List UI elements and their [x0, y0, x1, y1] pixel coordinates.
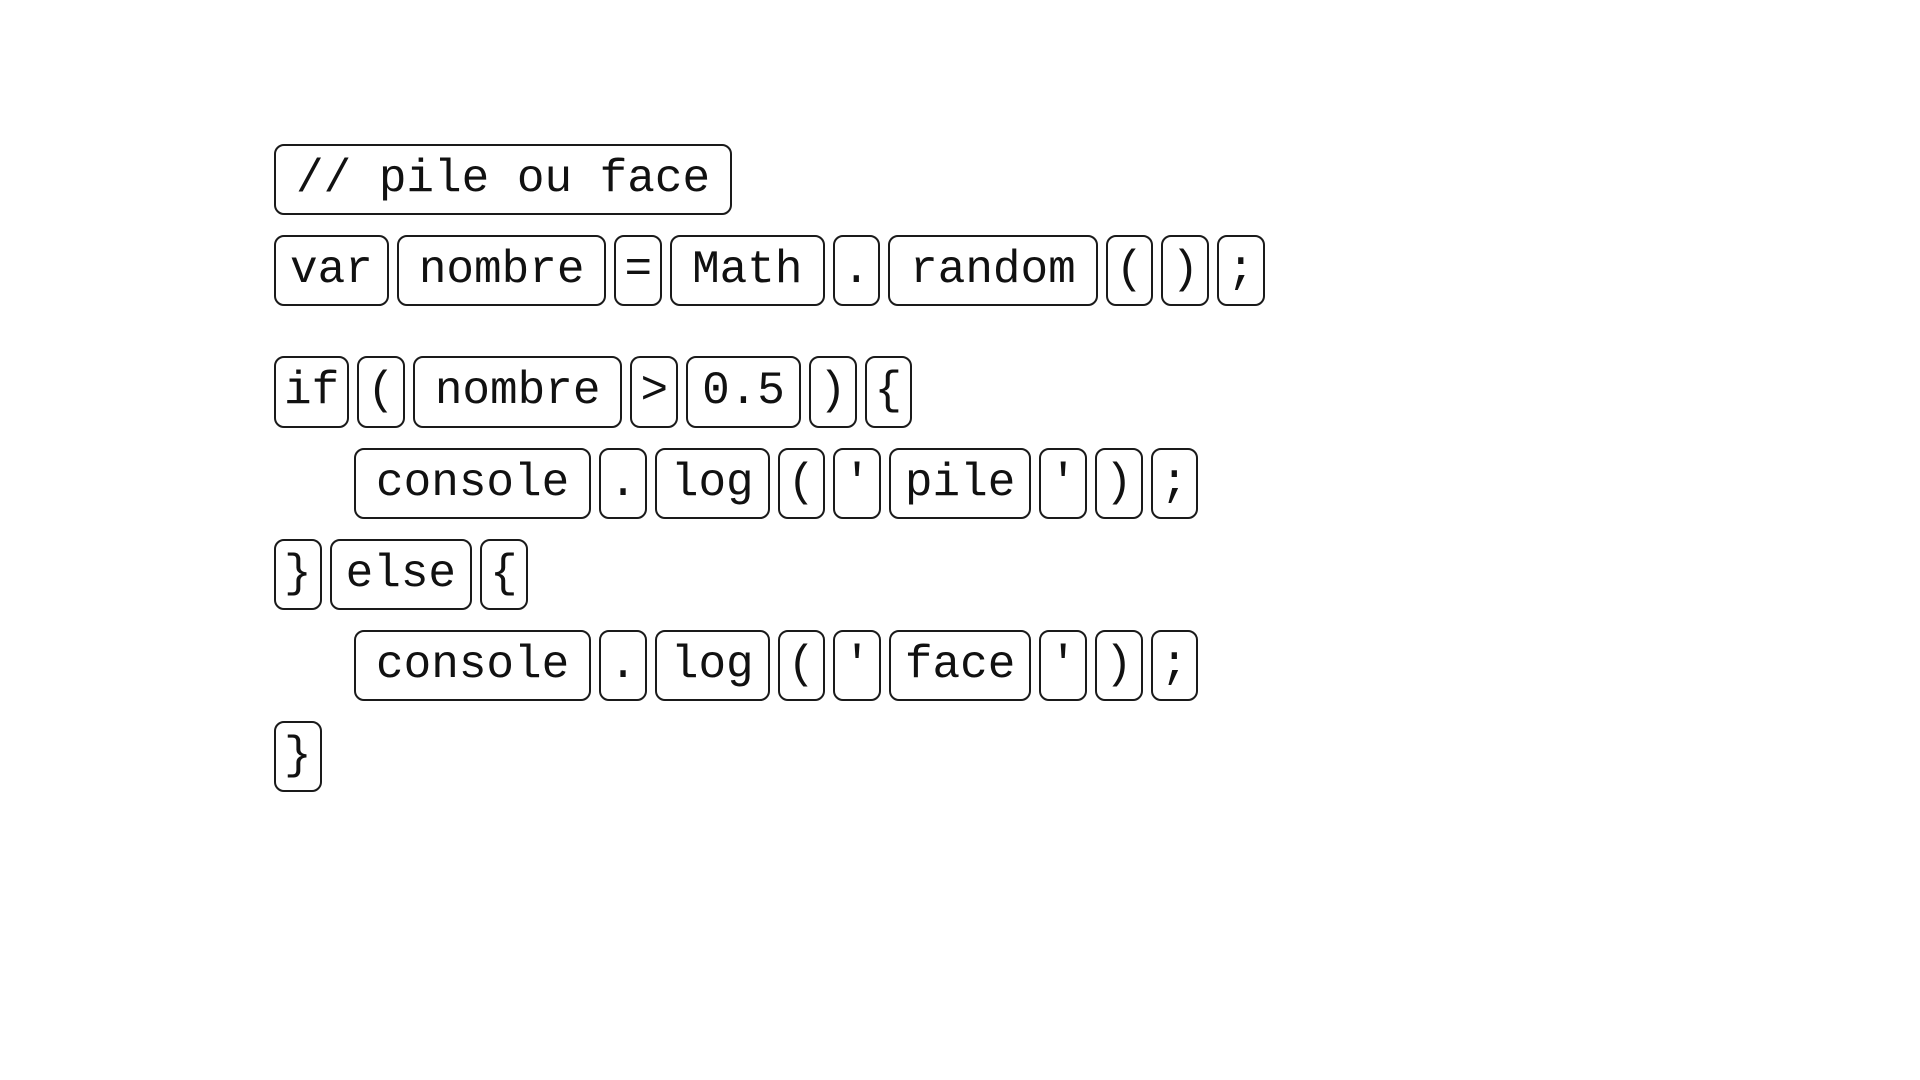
- token-close-paren-2: ): [809, 356, 857, 427]
- token-close-brace-1: }: [274, 539, 322, 610]
- token-dot-3: .: [599, 630, 647, 701]
- token-dot-2: .: [599, 448, 647, 519]
- code-line-5: } else {: [270, 535, 1269, 614]
- code-line-4: console . log ( ' pile ' ) ;: [270, 444, 1269, 523]
- token-open-paren-1: (: [1106, 235, 1154, 306]
- token-semicolon-1: ;: [1217, 235, 1265, 306]
- code-line-7: }: [270, 717, 1269, 796]
- token-math: Math: [670, 235, 824, 306]
- token-semicolon-3: ;: [1151, 630, 1199, 701]
- token-squote-2: ': [1039, 448, 1087, 519]
- code-line-1: // pile ou face: [270, 140, 1269, 219]
- token-semicolon-2: ;: [1151, 448, 1199, 519]
- code-line-6: console . log ( ' face ' ) ;: [270, 626, 1269, 705]
- token-gt: >: [630, 356, 678, 427]
- token-if: if: [274, 356, 349, 427]
- token-squote-3: ': [833, 630, 881, 701]
- token-open-paren-2: (: [357, 356, 405, 427]
- token-nombre-1: nombre: [397, 235, 607, 306]
- token-close-paren-1: ): [1161, 235, 1209, 306]
- token-open-paren-3: (: [778, 448, 826, 519]
- token-pile: pile: [889, 448, 1031, 519]
- token-squote-1: ': [833, 448, 881, 519]
- token-random: random: [888, 235, 1098, 306]
- token-squote-4: ': [1039, 630, 1087, 701]
- token-open-brace-2: {: [480, 539, 528, 610]
- token-close-paren-4: ): [1095, 630, 1143, 701]
- token-console-2: console: [354, 630, 591, 701]
- token-var: var: [274, 235, 389, 306]
- token-dot-1: .: [833, 235, 881, 306]
- code-display: // pile ou face var nombre = Math . rand…: [270, 140, 1269, 808]
- token-comment: // pile ou face: [274, 144, 732, 215]
- token-face: face: [889, 630, 1031, 701]
- code-line-3: if ( nombre > 0.5 ) {: [270, 352, 1269, 431]
- token-open-paren-4: (: [778, 630, 826, 701]
- token-close-paren-3: ): [1095, 448, 1143, 519]
- token-open-brace-1: {: [865, 356, 913, 427]
- token-nombre-2: nombre: [413, 356, 623, 427]
- token-else: else: [330, 539, 472, 610]
- code-line-2: var nombre = Math . random ( ) ;: [270, 231, 1269, 310]
- token-log-2: log: [655, 630, 770, 701]
- token-close-brace-2: }: [274, 721, 322, 792]
- token-log-1: log: [655, 448, 770, 519]
- token-05: 0.5: [686, 356, 801, 427]
- token-equals: =: [614, 235, 662, 306]
- token-console-1: console: [354, 448, 591, 519]
